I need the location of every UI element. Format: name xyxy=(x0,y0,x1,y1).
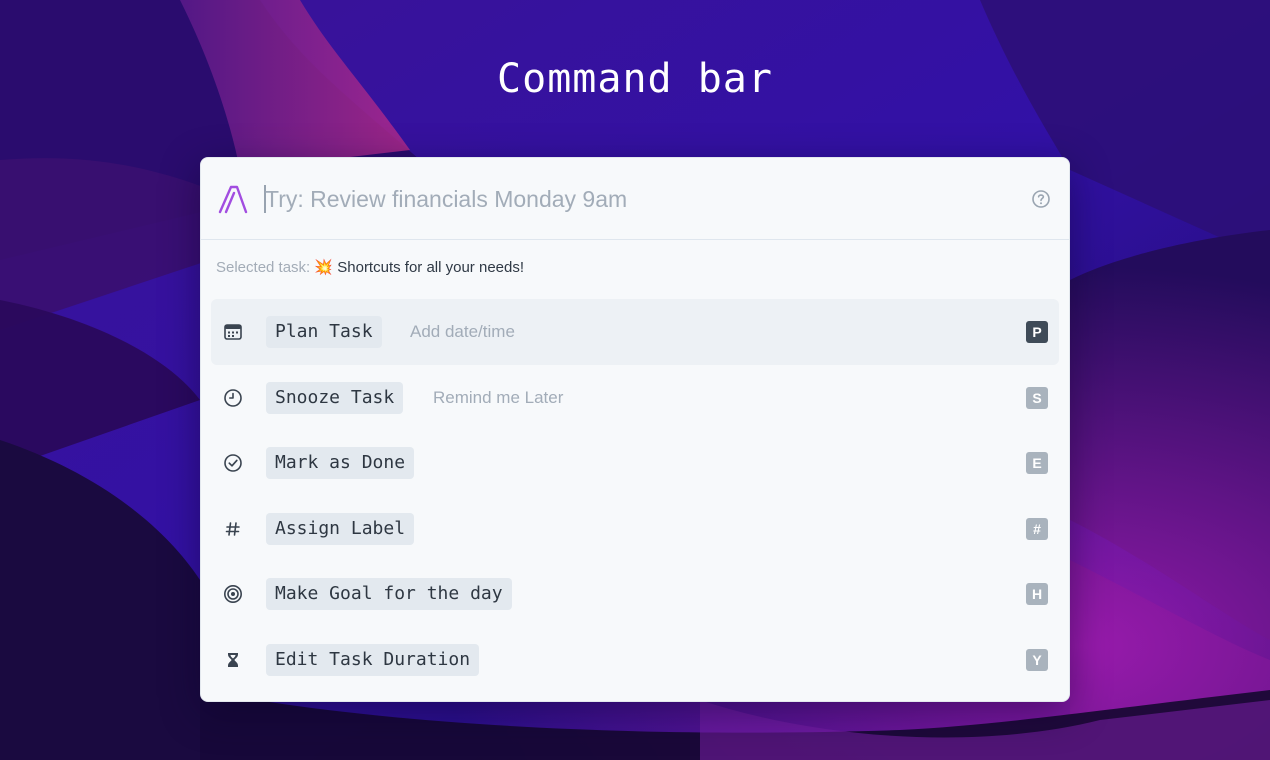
selected-task-prefix: Selected task: xyxy=(216,259,311,276)
command-label: Plan Task xyxy=(266,316,382,348)
command-bar-panel: Selected task: 💥 Shortcuts for all your … xyxy=(200,157,1070,702)
shortcut-key: E xyxy=(1026,452,1048,474)
command-item-edit-duration[interactable]: Edit Task Duration Y xyxy=(211,627,1059,693)
calendar-icon xyxy=(224,324,242,340)
page-title: Command bar xyxy=(497,56,773,102)
clock-icon xyxy=(224,388,242,407)
hourglass-icon xyxy=(228,652,238,667)
command-hint: Add date/time xyxy=(410,322,515,341)
command-search-input[interactable] xyxy=(265,180,1005,218)
command-label: Assign Label xyxy=(266,512,415,545)
command-item-assign-label[interactable]: Assign Label # xyxy=(211,496,1059,562)
command-label: Snooze Task xyxy=(266,381,404,414)
command-list: Plan Task Add date/time P Snooze Task Re… xyxy=(211,299,1059,692)
target-icon xyxy=(224,585,242,603)
shortcut-key: P xyxy=(1026,321,1048,343)
shortcut-key: # xyxy=(1026,517,1048,540)
selected-task-name: Shortcuts for all your needs! xyxy=(337,259,525,276)
command-label: Edit Task Duration xyxy=(266,643,480,676)
help-icon[interactable] xyxy=(1030,188,1052,210)
shortcut-key: Y xyxy=(1026,648,1048,671)
command-label: Mark as Done xyxy=(266,447,415,479)
check-circle-icon xyxy=(224,454,242,472)
explosion-emoji-icon: 💥 xyxy=(314,258,334,276)
shortcut-key: H xyxy=(1026,583,1048,605)
command-item-snooze-task[interactable]: Snooze Task Remind me Later S xyxy=(211,365,1059,431)
hash-icon xyxy=(225,521,240,536)
command-label: Make Goal for the day xyxy=(266,578,512,610)
command-hint: Remind me Later xyxy=(433,387,564,407)
command-item-plan-task[interactable]: Plan Task Add date/time P xyxy=(211,299,1059,365)
command-item-mark-done[interactable]: Mark as Done E xyxy=(211,430,1059,496)
shortcut-key: S xyxy=(1026,386,1048,409)
selected-task-row: Selected task: 💥 Shortcuts for all your … xyxy=(216,258,524,280)
app-logo-icon xyxy=(218,185,248,214)
command-item-make-goal[interactable]: Make Goal for the day H xyxy=(211,561,1059,627)
search-row xyxy=(201,158,1069,240)
